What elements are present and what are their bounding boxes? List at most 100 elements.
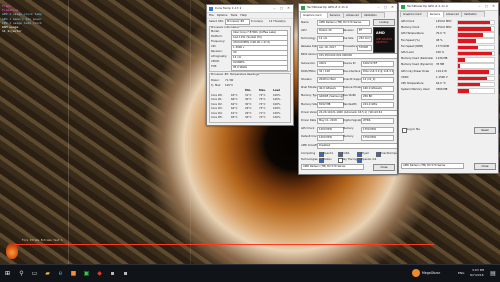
sensor-graph-fill	[458, 64, 460, 68]
core-reading-min: 30°C	[245, 98, 252, 102]
processor-field-label: CPUID:	[211, 60, 220, 63]
notifications-icon[interactable]: ▤	[490, 269, 496, 278]
tab-validation[interactable]: Validation	[461, 11, 485, 17]
core-reading-max: 71°C	[259, 111, 266, 115]
sensor-name: Memory Used (Dynamic)	[401, 63, 433, 67]
benchmark-logo	[6, 243, 18, 259]
maximize-icon[interactable]: □	[278, 5, 285, 12]
gpu-field-label: Revision	[343, 28, 354, 32]
computing-item: DirectCompute 5.0	[380, 152, 398, 155]
close-icon[interactable]: ✕	[285, 5, 292, 12]
close-icon[interactable]: ✕	[389, 4, 396, 11]
gpuz-sensors-window: TechPowerUp GPU-Z 2.11.0 – □ ✕ Graphics …	[398, 2, 499, 174]
sensor-value: 1773 RPM	[436, 44, 450, 48]
core-reading-t: 62°C	[231, 102, 238, 106]
reset-button[interactable]: Reset	[474, 127, 496, 134]
gpu-field-value: 8192 MB	[317, 102, 344, 108]
edge-browser-icon[interactable]: e	[56, 269, 65, 278]
search-icon[interactable]: ⚲	[17, 269, 26, 278]
sensor-value: 3366 MB	[436, 88, 448, 92]
benchmark-taskbar-icon[interactable]: ◆	[95, 269, 104, 278]
gpu-field-value: 232 mm²	[357, 36, 372, 43]
tab-advanced[interactable]: Advanced	[443, 11, 463, 17]
gpu-selector[interactable]: AMD Radeon (TM) RX 570 Series	[401, 163, 464, 169]
maximize-icon[interactable]: □	[382, 4, 389, 11]
gpu-field-value: WHQL	[361, 118, 394, 125]
coretemp-taskbar-icon[interactable]: ■	[69, 269, 78, 278]
menu-item-tools[interactable]: Tools	[230, 13, 237, 17]
taskbar: ⊞ ⚲ ▭ ▰ e ■ ▣ ◆ ▪ ▪ MegaObzor ENG 3:03 P…	[0, 264, 500, 282]
sensor-name: GPU Clock	[401, 20, 415, 23]
app-taskbar-icon[interactable]: ▪	[108, 269, 117, 278]
maximize-icon[interactable]: □	[483, 3, 490, 10]
gpu-field-value: AMD Radeon (TM) RX 570 Series	[317, 20, 370, 26]
benchmark-hud-text: Fire Strike Extreme Test 1	[22, 239, 63, 242]
core-reading-min: 29°C	[245, 111, 252, 115]
power-value: 71.3W	[225, 79, 234, 82]
language-indicator[interactable]: ENG	[458, 271, 464, 275]
gpuz-titlebar[interactable]: TechPowerUp GPU-Z 2.11.0 – □ ✕	[299, 4, 397, 12]
core-reading-min: 30°C	[245, 102, 252, 106]
sensor-name: GPU Load	[401, 51, 414, 54]
osd-line: GPU 1 usage clock temp	[2, 12, 42, 17]
cores-count: 6 Core(s)	[251, 20, 263, 23]
menu-item-help[interactable]: Help	[240, 13, 246, 17]
technologies-label: Technologies	[301, 158, 318, 161]
sensor-row: Memory Used (Dynamic) 35 MB	[400, 62, 495, 69]
close-button[interactable]: Close	[373, 164, 395, 171]
core-reading-load: 100%	[273, 116, 281, 119]
lookup-button[interactable]: Lookup	[373, 19, 395, 26]
gpu-field-label: Transistors	[343, 45, 357, 49]
gpu-field-value: 40.0 GPixel/s	[317, 85, 344, 92]
menu-item-options[interactable]: Options	[217, 13, 228, 17]
gpu-field-value: Disabled	[317, 143, 397, 149]
sensor-row: GPU Load 100 %	[400, 50, 495, 57]
gpu-field-label: Memory	[343, 135, 354, 139]
close-icon[interactable]: ✕	[490, 3, 497, 10]
sensor-graph-fill	[458, 57, 466, 62]
gpu-field-label: Name	[301, 20, 309, 24]
gpu-field-value: 14 nm	[317, 36, 344, 43]
clock-time[interactable]: 3:03 PM	[472, 268, 484, 272]
close-button[interactable]: Close	[474, 163, 496, 170]
sensor-value: 1750.0 MHz	[436, 26, 452, 30]
coretemp-titlebar[interactable]: Core Temp 1.17.1 – □ ✕	[207, 5, 293, 13]
tab-graphics-card[interactable]: Graphics Card	[300, 12, 329, 18]
threads-count: 12 Thread(s)	[269, 20, 286, 23]
gpuz-taskbar-icon[interactable]: ▣	[82, 269, 91, 278]
app-taskbar-icon[interactable]: ▪	[121, 269, 130, 278]
gpu-selector[interactable]: AMD Radeon (TM) RX 570 Series	[301, 164, 364, 170]
file-explorer-icon[interactable]: ▰	[43, 269, 52, 278]
gpu-field-value: 5700M	[357, 44, 372, 51]
processor-field-label: Frequency:	[211, 40, 226, 43]
sensors-titlebar[interactable]: TechPowerUp GPU-Z 2.11.0 – □ ✕	[399, 3, 498, 11]
core-reading-max: 74°C	[259, 98, 266, 102]
cpu-select[interactable]: Processor #0	[225, 19, 250, 25]
core-reading-name: Core #0:	[211, 94, 223, 97]
sensor-graph-fill	[458, 45, 478, 50]
windows-start-icon[interactable]: ⊞	[3, 269, 12, 278]
gpu-field-label: ROPs/TMUs	[301, 69, 316, 73]
minimize-icon[interactable]: –	[476, 3, 483, 10]
gpu-field-label: GPU Clock	[301, 127, 315, 131]
core-reading-min: 30°C	[245, 116, 252, 119]
task-view-icon[interactable]: ▭	[30, 269, 39, 278]
log-to-file-label: Log to file	[407, 128, 420, 131]
processor-field-label: Model:	[211, 30, 220, 33]
tab-graphics-card[interactable]: Graphics Card	[400, 11, 429, 17]
tjmax-label: Tj. Max:	[211, 84, 222, 87]
benchmark-progress-line	[14, 244, 434, 245]
amd-logo-text: AMD	[376, 31, 385, 35]
core-reading-min: 29°C	[245, 107, 252, 111]
gpu-field-value: 1750 MHz	[361, 126, 394, 133]
watermark-text: MegaObzor	[422, 271, 441, 275]
tab-advanced[interactable]: Advanced	[343, 12, 363, 18]
minimize-icon[interactable]: –	[375, 4, 382, 11]
menu-item-file[interactable]: File	[209, 13, 214, 17]
sensor-row: Fan Speed (RPM) 1773 RPM	[400, 44, 495, 51]
tab-validation[interactable]: Validation	[361, 12, 385, 18]
gpu-field-value: May 11, 2018	[317, 118, 344, 125]
clock-date[interactable]: 8/7/2018	[470, 273, 483, 277]
gpu-field-value: GDDR5 (Samsung)	[317, 93, 344, 100]
minimize-icon[interactable]: –	[271, 5, 278, 12]
